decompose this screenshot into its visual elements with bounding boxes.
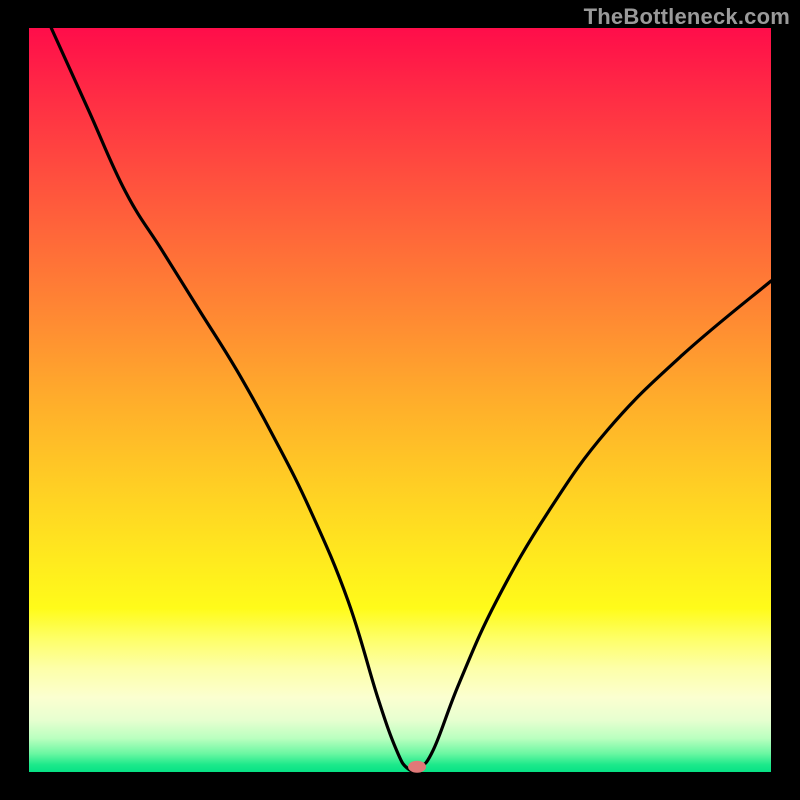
plot-background	[29, 28, 771, 772]
chart-frame: TheBottleneck.com	[0, 0, 800, 800]
optimal-point-marker	[408, 761, 426, 773]
watermark-text: TheBottleneck.com	[584, 4, 790, 30]
bottleneck-chart	[0, 0, 800, 800]
